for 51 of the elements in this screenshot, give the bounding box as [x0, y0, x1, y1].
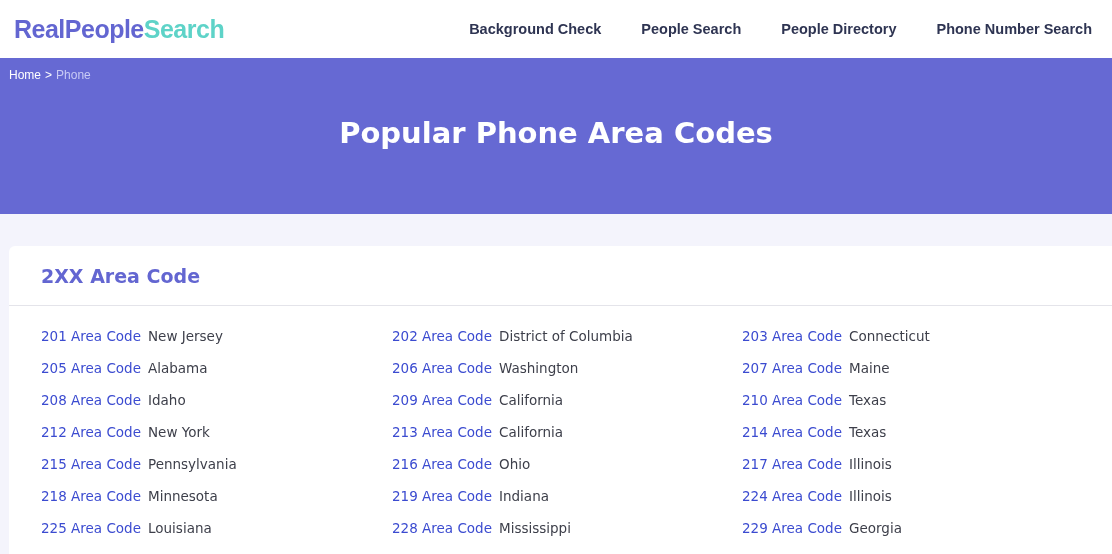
- area-code-link[interactable]: 210 Area Code: [742, 392, 849, 424]
- page-title: Popular Phone Area Codes: [338, 116, 774, 150]
- area-code-link[interactable]: 212 Area Code: [41, 424, 148, 456]
- state-name: Mississippi: [499, 520, 571, 538]
- area-code-link[interactable]: 217 Area Code: [742, 456, 849, 488]
- state-name: Louisiana: [148, 520, 212, 538]
- breadcrumb-separator: >: [45, 68, 53, 82]
- area-code-link[interactable]: 207 Area Code: [742, 360, 849, 392]
- state-name: California: [499, 424, 564, 442]
- area-code-link[interactable]: 215 Area Code: [41, 456, 148, 488]
- logo[interactable]: RealPeopleSearch: [14, 14, 225, 44]
- state-name: Pennsylvania: [148, 456, 237, 474]
- state-name: Minnesota: [148, 488, 218, 506]
- area-code-link[interactable]: 218 Area Code: [41, 488, 148, 520]
- area-code-link[interactable]: 208 Area Code: [41, 392, 148, 424]
- breadcrumb-link[interactable]: Home: [9, 68, 41, 82]
- area-code-link[interactable]: 229 Area Code: [742, 520, 849, 552]
- nav-link[interactable]: People Directory: [781, 21, 897, 37]
- nav-link[interactable]: Phone Number Search: [936, 21, 1092, 37]
- state-name: District of Columbia: [499, 328, 633, 346]
- area-code-link[interactable]: 228 Area Code: [392, 520, 499, 552]
- state-name: New Jersey: [148, 328, 223, 346]
- area-code-link[interactable]: 216 Area Code: [392, 456, 499, 488]
- area-code-link[interactable]: 209 Area Code: [392, 392, 499, 424]
- section-heading: 2XX Area Code: [9, 246, 1112, 306]
- nav-link[interactable]: Background Check: [469, 21, 602, 37]
- state-name: Alabama: [148, 360, 208, 378]
- area-code-link[interactable]: 205 Area Code: [41, 360, 148, 392]
- state-name: Georgia: [849, 520, 902, 538]
- state-name: New York: [148, 424, 210, 442]
- state-name: Illinois: [849, 488, 892, 506]
- area-code-link[interactable]: 214 Area Code: [742, 424, 849, 456]
- area-code-link[interactable]: 203 Area Code: [742, 328, 849, 360]
- area-code-link[interactable]: 225 Area Code: [41, 520, 148, 552]
- area-code-link[interactable]: 219 Area Code: [392, 488, 499, 520]
- state-name: Illinois: [849, 456, 892, 474]
- state-name: Washington: [499, 360, 579, 378]
- state-name: Connecticut: [849, 328, 930, 346]
- nav-link[interactable]: People Search: [641, 21, 742, 37]
- state-name: Ohio: [499, 456, 531, 474]
- state-name: California: [499, 392, 564, 410]
- state-name: Texas: [849, 392, 887, 410]
- area-code-link[interactable]: 206 Area Code: [392, 360, 499, 392]
- area-code-link[interactable]: 213 Area Code: [392, 424, 499, 456]
- state-name: Indiana: [499, 488, 549, 506]
- area-code-link[interactable]: 201 Area Code: [41, 328, 148, 360]
- state-name: Maine: [849, 360, 890, 378]
- state-name: Texas: [849, 424, 887, 442]
- area-code-link[interactable]: 202 Area Code: [392, 328, 499, 360]
- area-code-link[interactable]: 224 Area Code: [742, 488, 849, 520]
- state-name: Idaho: [148, 392, 186, 410]
